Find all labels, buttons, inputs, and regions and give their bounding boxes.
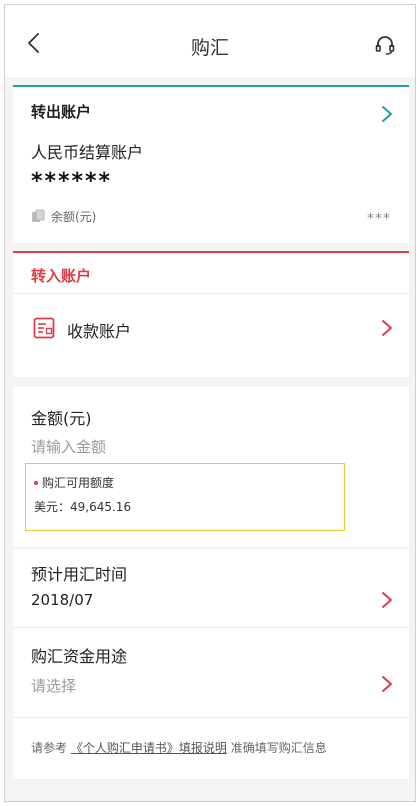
purpose-label: 购汇资金用途 bbox=[31, 647, 128, 666]
account-name: 人民币结算账户 bbox=[31, 143, 144, 162]
wallet-icon bbox=[32, 209, 45, 222]
chevron-right-icon[interactable] bbox=[381, 591, 393, 609]
receiving-account-row[interactable]: 收款账户 bbox=[13, 293, 409, 379]
chevron-right-icon[interactable] bbox=[381, 105, 393, 123]
chevron-right-icon[interactable] bbox=[381, 675, 393, 693]
transfer-out-section: 转出账户 人民币结算账户 ****** 余额(元) *** bbox=[13, 85, 409, 243]
quota-title: 购汇可用额度 bbox=[42, 476, 115, 490]
phone-frame: 购汇 转出账户 人民币结算账户 ****** 余额(元) *** 转入账户 收款… bbox=[4, 4, 416, 802]
account-card-icon bbox=[33, 317, 55, 339]
nav-bar: 购汇 bbox=[5, 5, 415, 77]
quota-value: 美元：49,645.16 bbox=[34, 500, 132, 514]
guide-link[interactable]: 《个人购汇申请书》填报说明 bbox=[71, 741, 227, 755]
transfer-in-title: 转入账户 bbox=[31, 267, 92, 285]
note-prefix: 请参考 bbox=[31, 741, 68, 755]
planned-time-value: 2018/07 bbox=[31, 591, 94, 609]
balance-label: 余额(元) bbox=[51, 210, 97, 224]
divider bbox=[13, 717, 409, 718]
planned-time-label: 预计用汇时间 bbox=[31, 565, 128, 584]
amount-input[interactable] bbox=[31, 435, 391, 459]
page-title: 购汇 bbox=[190, 37, 229, 59]
purpose-row[interactable] bbox=[13, 628, 409, 708]
details-section: 预计用汇时间 2018/07 购汇资金用途 请选择 请参考 《个人购汇申请书》填… bbox=[13, 549, 409, 779]
transfer-in-section: 转入账户 收款账户 bbox=[13, 251, 409, 377]
amount-label: 金额(元) bbox=[31, 409, 92, 428]
balance-value: *** bbox=[367, 211, 391, 227]
transfer-out-select[interactable] bbox=[13, 87, 409, 127]
quota-info-box: 购汇可用额度 美元：49,645.16 bbox=[25, 463, 345, 531]
customer-service-icon[interactable] bbox=[373, 33, 397, 57]
bullet-dot bbox=[34, 481, 38, 485]
note-suffix: 准确填写购汇信息 bbox=[230, 741, 327, 755]
receiving-account-label: 收款账户 bbox=[67, 322, 132, 341]
amount-section: 金额(元) 购汇可用额度 美元：49,645.16 bbox=[13, 387, 409, 547]
chevron-right-icon[interactable] bbox=[381, 319, 393, 337]
instruction-note: 请参考 《个人购汇申请书》填报说明 准确填写购汇信息 bbox=[31, 739, 327, 756]
purpose-placeholder: 请选择 bbox=[31, 677, 77, 695]
masked-account-number: ****** bbox=[31, 169, 113, 194]
